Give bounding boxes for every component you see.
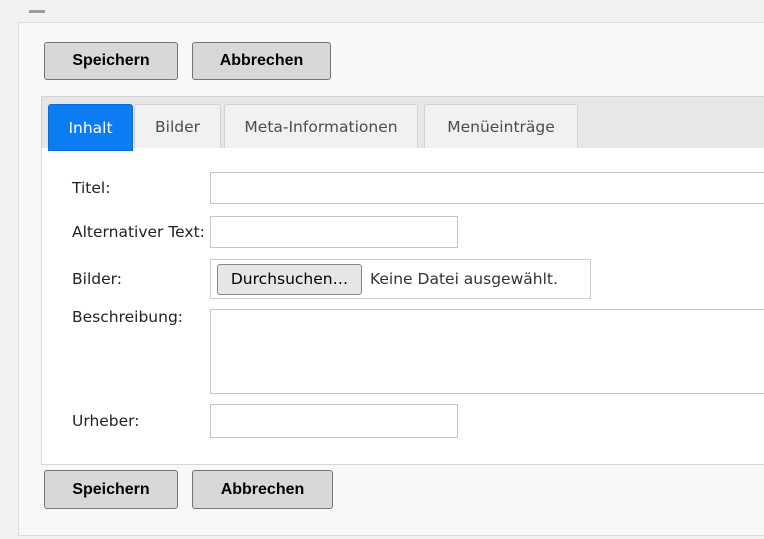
save-button-bottom[interactable]: Speichern: [44, 470, 178, 509]
beschreibung-label: Beschreibung:: [72, 306, 183, 328]
cancel-button-top[interactable]: Abbrechen: [192, 42, 331, 80]
bilder-label: Bilder:: [72, 259, 122, 299]
save-button-top[interactable]: Speichern: [44, 42, 178, 80]
tab-menueeintraege[interactable]: Menüeinträge: [424, 104, 578, 150]
tab-meta-informationen[interactable]: Meta-Informationen: [224, 104, 418, 150]
decorative-dash: [29, 10, 45, 13]
file-browse-button[interactable]: Durchsuchen…: [217, 264, 362, 295]
urheber-input[interactable]: [210, 404, 458, 438]
titel-label: Titel:: [72, 172, 110, 204]
tab-strip: Inhalt Bilder Meta-Informationen Menüein…: [41, 96, 764, 150]
alternativer-text-label: Alternativer Text:: [72, 216, 205, 248]
titel-input[interactable]: [210, 172, 764, 204]
bilder-file-input[interactable]: Durchsuchen… Keine Datei ausgewählt.: [210, 259, 591, 299]
file-status-text: Keine Datei ausgewählt.: [370, 270, 558, 288]
alternativer-text-input[interactable]: [210, 216, 458, 248]
tab-bilder[interactable]: Bilder: [134, 104, 221, 150]
tab-inhalt[interactable]: Inhalt: [48, 104, 133, 151]
urheber-label: Urheber:: [72, 404, 140, 438]
cancel-button-bottom[interactable]: Abbrechen: [192, 470, 333, 509]
tab-widget: Inhalt Bilder Meta-Informationen Menüein…: [41, 96, 764, 464]
beschreibung-textarea[interactable]: [210, 309, 764, 394]
tab-panel-inhalt: Titel: Alternativer Text: Bilder: Durchs…: [41, 148, 764, 465]
form-panel: Speichern Abbrechen Inhalt Bilder Meta-I…: [18, 22, 764, 536]
